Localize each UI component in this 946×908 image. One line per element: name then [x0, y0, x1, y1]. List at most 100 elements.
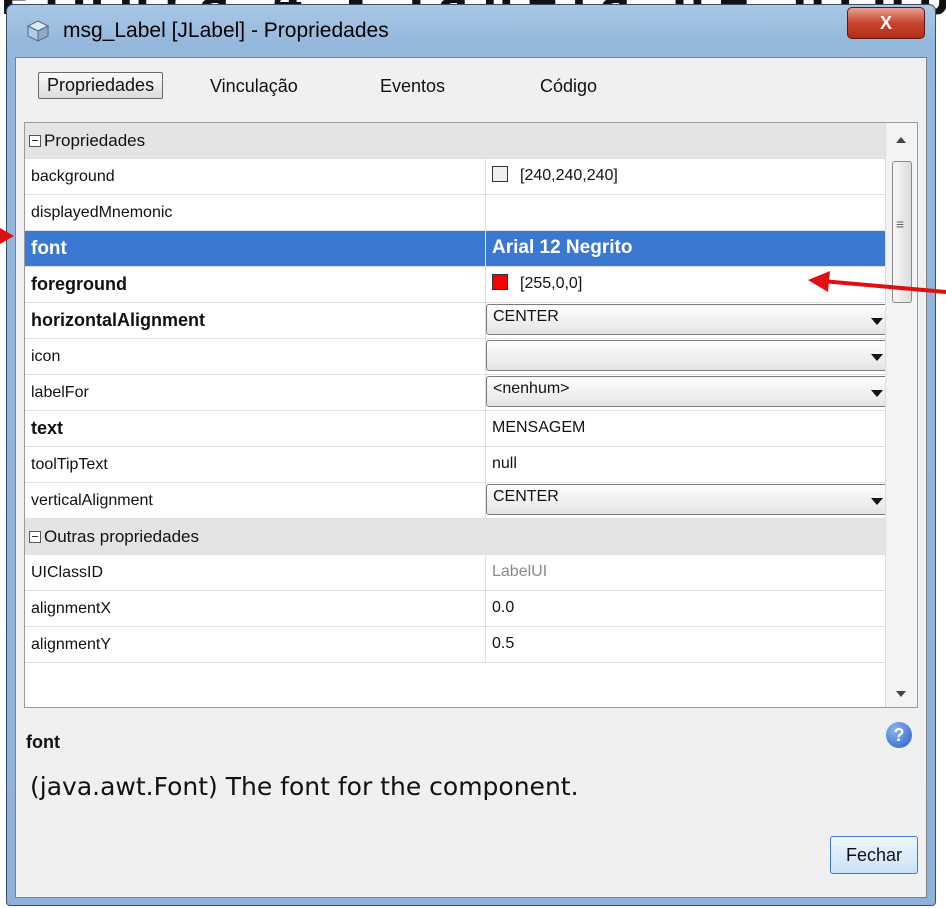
tab-bar: Propriedades Vinculação Eventos Código — [16, 58, 926, 122]
value-dropdown[interactable]: <nenhum> — [486, 376, 896, 407]
chevron-down-icon[interactable] — [871, 354, 883, 361]
tab-eventos[interactable]: Eventos — [380, 76, 445, 97]
section-header-row[interactable]: Outras propriedades — [25, 519, 917, 555]
scroll-down-icon[interactable] — [896, 691, 906, 697]
property-value-text: null — [492, 455, 517, 472]
help-panel: font (java.awt.Font) The font for the co… — [24, 712, 918, 892]
property-value: CENTER — [493, 485, 559, 509]
property-sheet: Propriedadesbackground[240,240,240]...di… — [24, 122, 918, 708]
property-value: CENTER — [493, 305, 559, 329]
property-name-text: verticalAlignment — [31, 492, 153, 509]
collapse-icon[interactable] — [29, 135, 41, 147]
property-row[interactable]: labelFor<nenhum>... — [25, 375, 917, 411]
property-value: [240,240,240] — [492, 159, 618, 192]
property-value-cell[interactable]: 0.5 — [485, 627, 897, 662]
property-name-text: foreground — [31, 274, 127, 294]
help-icon[interactable]: ? — [886, 722, 912, 748]
property-row[interactable]: toolTipTextnull... — [25, 447, 917, 483]
property-name: toolTipText — [31, 447, 108, 482]
section-label: Propriedades — [29, 123, 145, 158]
property-value-text: [240,240,240] — [520, 167, 618, 184]
property-name-text: alignmentX — [31, 600, 112, 617]
property-value-text: CENTER — [493, 488, 559, 505]
tab-codigo[interactable]: Código — [540, 76, 597, 97]
property-name-text: text — [31, 418, 64, 438]
property-value-cell[interactable]: <nenhum> — [485, 375, 897, 410]
property-name-text: background — [31, 168, 115, 185]
collapse-icon[interactable] — [29, 531, 41, 543]
property-name: labelFor — [31, 375, 89, 410]
property-name-text: horizontalAlignment — [31, 310, 205, 330]
property-row[interactable]: UIClassIDLabelUI... — [25, 555, 917, 591]
property-name-text: Propriedades — [44, 131, 146, 150]
property-row[interactable]: foreground[255,0,0]... — [25, 267, 917, 303]
property-value-cell[interactable]: CENTER — [485, 303, 897, 338]
property-value-cell[interactable]: [255,0,0] — [485, 267, 897, 302]
property-value-cell[interactable]: CENTER — [485, 483, 897, 518]
chevron-down-icon[interactable] — [871, 390, 883, 397]
property-row[interactable]: icon... — [25, 339, 917, 375]
property-row[interactable]: alignmentX0.0... — [25, 591, 917, 627]
property-name-text: UIClassID — [31, 564, 104, 581]
section-header-row[interactable]: Propriedades — [25, 123, 917, 159]
property-value-cell[interactable]: 0.0 — [485, 591, 897, 626]
property-row[interactable]: textMENSAGEM... — [25, 411, 917, 447]
property-name-text: font — [31, 238, 67, 259]
property-name-text: displayedMnemonic — [31, 204, 173, 221]
property-value-text: [255,0,0] — [520, 275, 583, 292]
property-value: null — [492, 447, 517, 480]
property-name: foreground — [31, 267, 127, 302]
help-title: font — [26, 732, 60, 752]
property-row[interactable]: verticalAlignmentCENTER... — [25, 483, 917, 519]
vertical-scrollbar[interactable] — [885, 123, 917, 707]
value-dropdown[interactable]: CENTER — [486, 304, 896, 335]
property-value-cell[interactable]: null — [485, 447, 897, 482]
tab-vinculacao[interactable]: Vinculação — [210, 76, 298, 97]
property-row[interactable]: horizontalAlignmentCENTER... — [25, 303, 917, 339]
fechar-button[interactable]: Fechar — [830, 836, 918, 874]
property-name: verticalAlignment — [31, 483, 153, 518]
property-name-text: Outras propriedades — [44, 527, 199, 546]
help-description: (java.awt.Font) The font for the compone… — [30, 772, 579, 801]
property-name-text: labelFor — [31, 384, 89, 401]
property-row[interactable]: fontArial 12 Negrito... — [25, 231, 917, 267]
property-value: 0.5 — [492, 627, 514, 660]
property-value: LabelUI — [492, 555, 547, 588]
property-name: UIClassID — [31, 555, 103, 590]
property-value: MENSAGEM — [492, 411, 585, 444]
property-name-text: toolTipText — [31, 456, 108, 473]
property-name: horizontalAlignment — [31, 303, 205, 338]
title-bar[interactable]: msg_Label [JLabel] - Propriedades X — [7, 5, 935, 57]
property-row[interactable]: alignmentY0.5... — [25, 627, 917, 663]
property-value-text: MENSAGEM — [492, 419, 586, 436]
properties-dialog: msg_Label [JLabel] - Propriedades X Prop… — [6, 4, 936, 906]
property-name: alignmentY — [31, 627, 111, 662]
property-name-text: icon — [31, 348, 61, 365]
scroll-up-icon[interactable] — [896, 137, 906, 143]
property-value-text: CENTER — [493, 308, 559, 325]
property-value-cell[interactable] — [485, 195, 897, 230]
property-value-cell[interactable]: Arial 12 Negrito — [485, 231, 897, 266]
property-value: <nenhum> — [493, 377, 570, 401]
window-close-button[interactable]: X — [847, 7, 925, 39]
property-name: font — [31, 231, 67, 266]
value-dropdown[interactable]: CENTER — [486, 484, 896, 515]
color-swatch — [492, 166, 508, 182]
scroll-thumb[interactable] — [892, 161, 912, 303]
property-row[interactable]: background[240,240,240]... — [25, 159, 917, 195]
tab-propriedades[interactable]: Propriedades — [38, 72, 164, 99]
value-dropdown[interactable] — [486, 340, 896, 371]
property-row[interactable]: displayedMnemonic... — [25, 195, 917, 231]
chevron-down-icon[interactable] — [871, 498, 883, 505]
property-value-text: Arial 12 Negrito — [492, 237, 633, 258]
property-value-text: LabelUI — [492, 563, 548, 580]
property-value-cell[interactable] — [485, 339, 897, 374]
property-value-text: <nenhum> — [493, 380, 570, 397]
property-value-cell[interactable]: MENSAGEM — [485, 411, 897, 446]
property-value-cell[interactable]: LabelUI — [485, 555, 897, 590]
property-value: [255,0,0] — [492, 267, 582, 300]
color-swatch — [492, 274, 508, 290]
section-label: Outras propriedades — [29, 519, 199, 554]
property-value-cell[interactable]: [240,240,240] — [485, 159, 897, 194]
chevron-down-icon[interactable] — [871, 318, 883, 325]
